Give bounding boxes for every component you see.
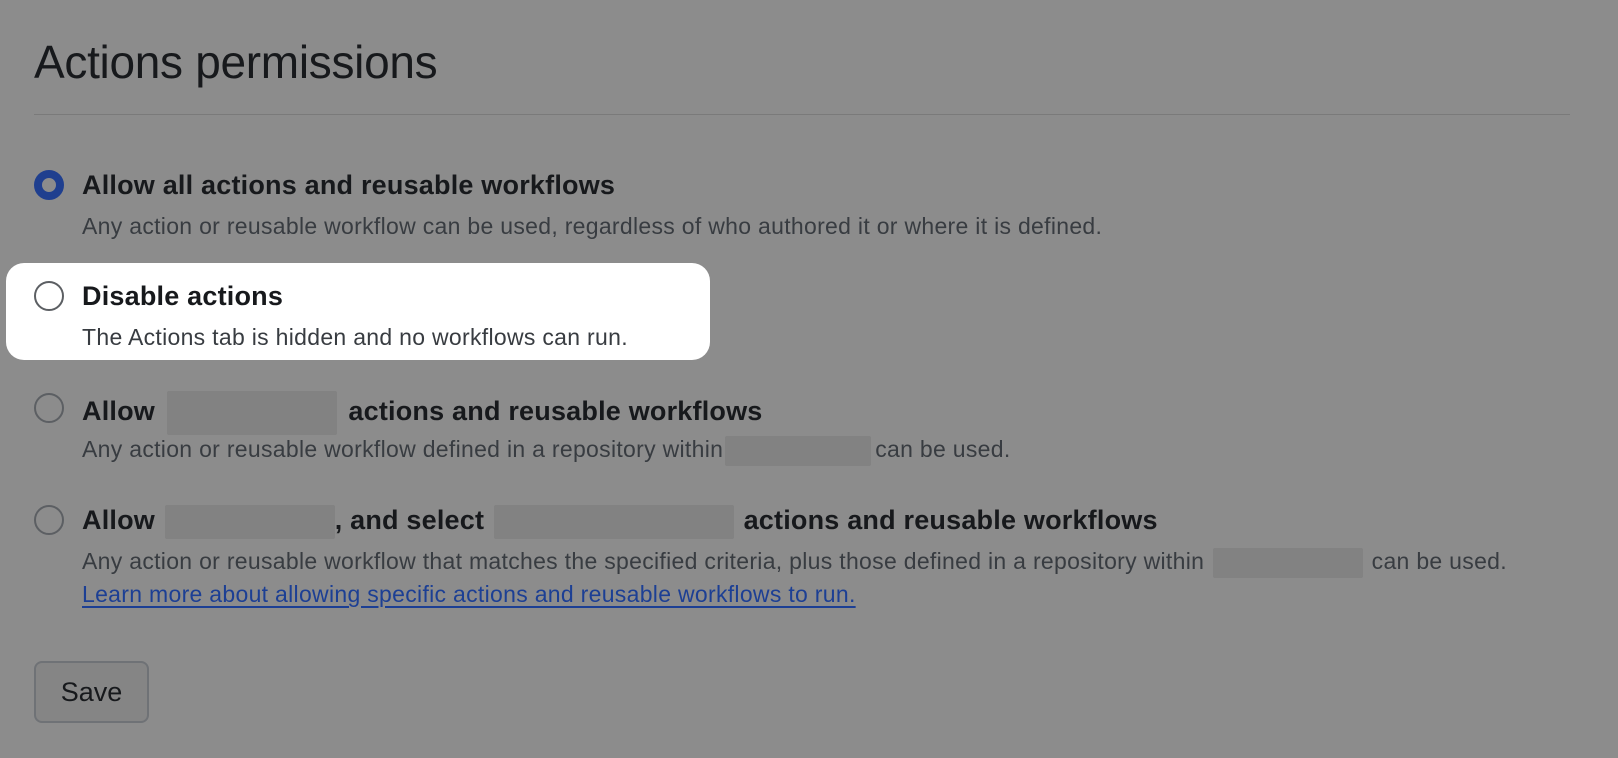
redacted-text — [493, 504, 734, 539]
option-allow-select-label-start: Allow — [82, 505, 155, 535]
option-allow-select-label: Allow , and select actions and reusable … — [82, 503, 1158, 539]
redacted-text — [166, 391, 337, 435]
option-allow-all-label: Allow all actions and reusable workflows — [82, 170, 616, 200]
option-disable-actions-label: Disable actions — [82, 281, 284, 311]
radio-allow-enterprise[interactable] — [34, 393, 64, 423]
actions-permissions-page: Actions permissions Allow all actions an… — [0, 0, 1618, 758]
redacted-text — [1212, 547, 1363, 578]
option-allow-all-description: Any action or reusable workflow can be u… — [82, 213, 1103, 239]
option-allow-enterprise-label: Allow actions and reusable workflows — [82, 391, 763, 435]
title-divider — [34, 114, 1570, 115]
radio-allow-select[interactable] — [34, 505, 64, 535]
option-allow-select-description-start: Any action or reusable workflow that mat… — [82, 548, 1205, 574]
option-allow-enterprise-description: Any action or reusable workflow defined … — [82, 433, 1552, 466]
redacted-text — [164, 504, 335, 539]
option-allow-enterprise-label-start: Allow — [82, 396, 155, 427]
option-allow-enterprise-description-end: can be used. — [875, 436, 1011, 462]
learn-more-link[interactable]: Learn more about allowing specific actio… — [82, 581, 856, 607]
option-disable-actions-description: The Actions tab is hidden and no workflo… — [82, 324, 628, 350]
option-allow-enterprise-description-start: Any action or reusable workflow defined … — [82, 436, 724, 462]
save-button[interactable]: Save — [34, 661, 149, 723]
redacted-text — [725, 435, 872, 466]
page-title: Actions permissions — [34, 36, 438, 88]
option-allow-enterprise-label-end: actions and reusable workflows — [348, 396, 763, 427]
option-allow-select-label-end: actions and reusable workflows — [743, 505, 1158, 535]
option-allow-select-description-end: can be used. — [1371, 548, 1507, 574]
option-allow-select-description: Any action or reusable workflow that mat… — [82, 545, 1552, 610]
option-allow-select-label-middle: , and select — [334, 505, 485, 535]
radio-allow-all[interactable] — [34, 170, 64, 200]
radio-disable-actions[interactable] — [34, 281, 64, 311]
